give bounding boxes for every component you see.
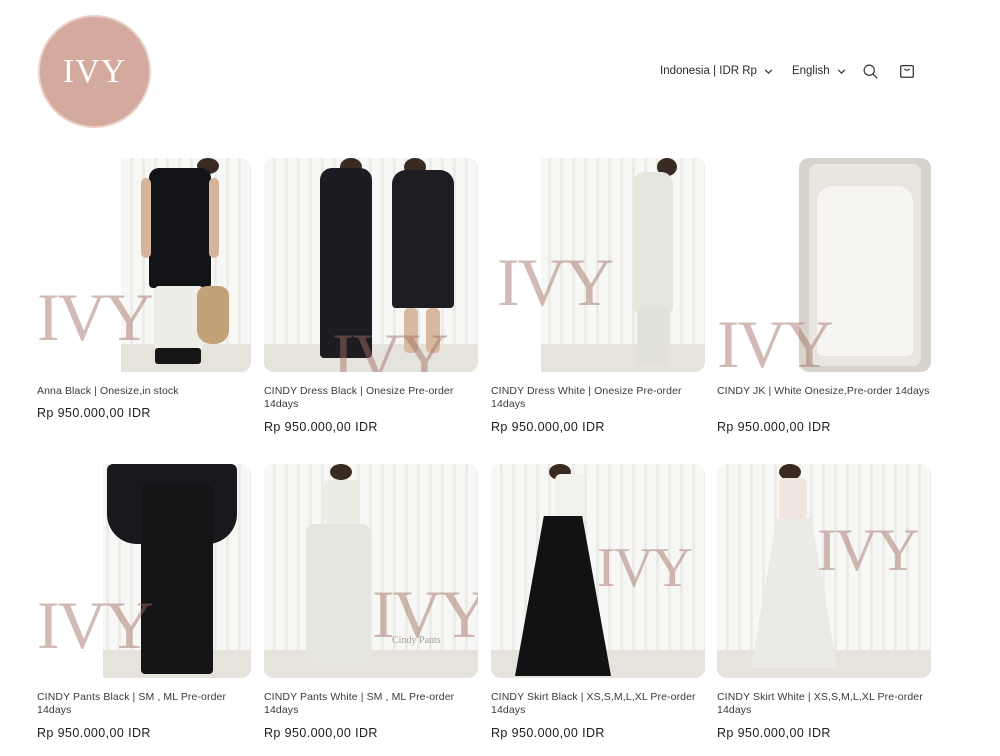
product-image[interactable]: IVY <box>491 158 705 372</box>
image-caption: Cindy Pants <box>392 635 441 646</box>
product-price: Rp 950.000,00 IDR <box>717 420 831 434</box>
product-price: Rp 950.000,00 IDR <box>491 420 605 434</box>
product-title[interactable]: CINDY Skirt White | XS,S,M,L,XL Pre-orde… <box>717 691 931 719</box>
product-price: Rp 950.000,00 IDR <box>264 420 378 434</box>
product-price: Rp 950.000,00 IDR <box>37 726 151 740</box>
country-selector-label: Indonesia | IDR Rp <box>660 65 757 77</box>
watermark: IVY <box>332 319 449 372</box>
watermark: IVY <box>37 587 154 663</box>
header-controls: Indonesia | IDR Rp English <box>660 60 917 82</box>
watermark: IVY <box>497 244 614 320</box>
product-title[interactable]: CINDY JK | White Onesize,Pre-order 14day… <box>717 385 931 413</box>
language-selector-label: English <box>791 65 830 77</box>
chevron-down-icon <box>764 68 773 74</box>
language-selector[interactable]: English <box>792 65 847 77</box>
product-card[interactable]: IVY CINDY Pants Black | SM , ML Pre-orde… <box>37 464 251 740</box>
watermark: IVY <box>37 279 154 355</box>
watermark: IVY <box>717 306 834 372</box>
product-title[interactable]: CINDY Pants Black | SM , ML Pre-order 14… <box>37 691 251 719</box>
product-image[interactable]: IVY <box>717 464 931 678</box>
product-image[interactable]: IVY <box>264 158 478 372</box>
product-image[interactable]: IVY <box>717 158 931 372</box>
chevron-down-icon <box>837 68 845 74</box>
search-icon <box>863 64 878 79</box>
logo-text: IVY <box>62 52 127 90</box>
product-image[interactable]: IVY Cindy Pants <box>264 464 478 678</box>
country-selector[interactable]: Indonesia | IDR Rp <box>660 65 774 77</box>
cart-button[interactable] <box>897 61 917 81</box>
search-button[interactable] <box>861 61 881 81</box>
store-logo[interactable]: IVY <box>38 15 151 128</box>
product-card[interactable]: IVY CINDY Skirt White | XS,S,M,L,XL Pre-… <box>717 464 931 740</box>
product-image[interactable]: IVY <box>491 464 705 678</box>
product-title[interactable]: CINDY Dress Black | Onesize Pre-order 14… <box>264 385 478 413</box>
product-title[interactable]: CINDY Skirt Black | XS,S,M,L,XL Pre-orde… <box>491 691 705 719</box>
product-card[interactable]: IVY CINDY JK | White Onesize,Pre-order 1… <box>717 158 931 434</box>
product-price: Rp 950.000,00 IDR <box>264 726 378 740</box>
watermark: IVY <box>817 517 920 583</box>
product-price: Rp 950.000,00 IDR <box>37 406 151 420</box>
product-image[interactable]: IVY <box>37 464 251 678</box>
product-title[interactable]: CINDY Pants White | SM , ML Pre-order 14… <box>264 691 478 719</box>
product-image[interactable]: IVY <box>37 158 251 372</box>
product-card[interactable]: IVY CINDY Dress Black | Onesize Pre-orde… <box>264 158 478 434</box>
product-price: Rp 950.000,00 IDR <box>491 726 605 740</box>
product-title[interactable]: CINDY Dress White | Onesize Pre-order 14… <box>491 385 705 413</box>
cart-icon <box>899 64 914 78</box>
product-card[interactable]: IVY Anna Black | Onesize,in stock Rp 950… <box>37 158 251 420</box>
product-title[interactable]: Anna Black | Onesize,in stock <box>37 385 251 399</box>
product-card[interactable]: IVY Cindy Pants CINDY Pants White | SM ,… <box>264 464 478 740</box>
product-card[interactable]: IVY CINDY Dress White | Onesize Pre-orde… <box>491 158 705 434</box>
watermark: IVY <box>597 537 693 599</box>
product-card[interactable]: IVY CINDY Skirt Black | XS,S,M,L,XL Pre-… <box>491 464 705 740</box>
product-price: Rp 950.000,00 IDR <box>717 726 831 740</box>
